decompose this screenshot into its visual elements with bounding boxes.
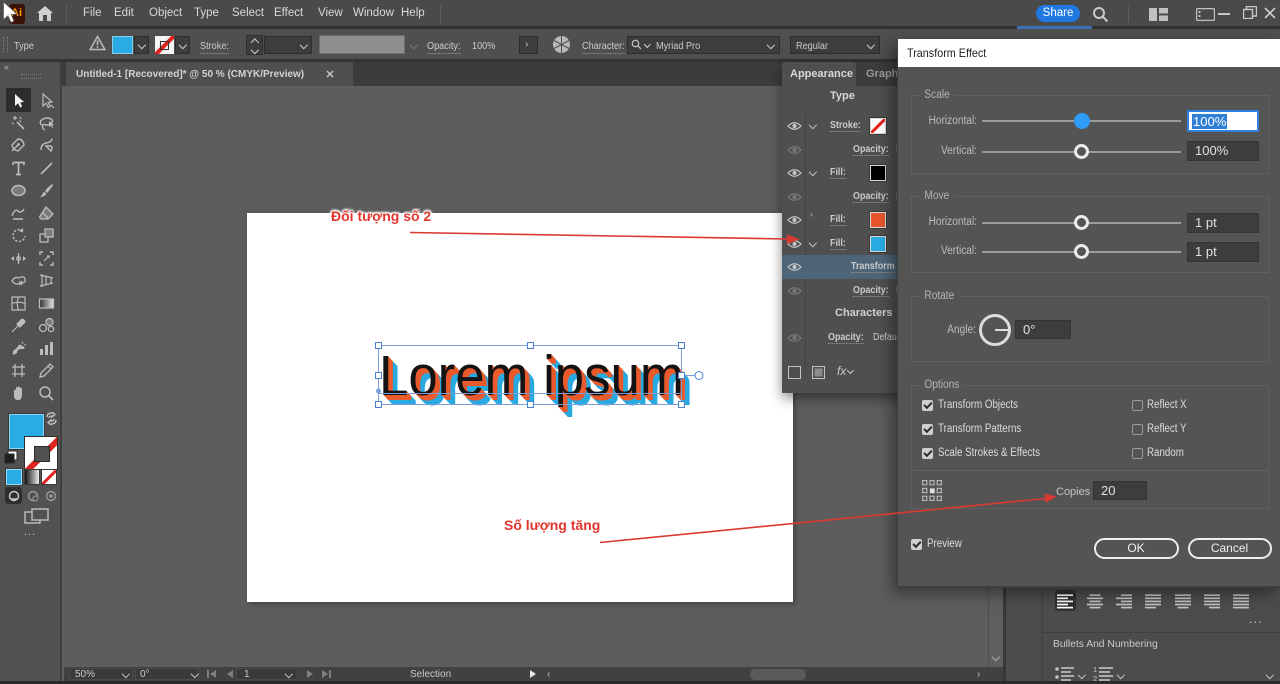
svg-text:2: 2 [1093, 674, 1097, 681]
svg-text:1: 1 [1093, 666, 1097, 674]
